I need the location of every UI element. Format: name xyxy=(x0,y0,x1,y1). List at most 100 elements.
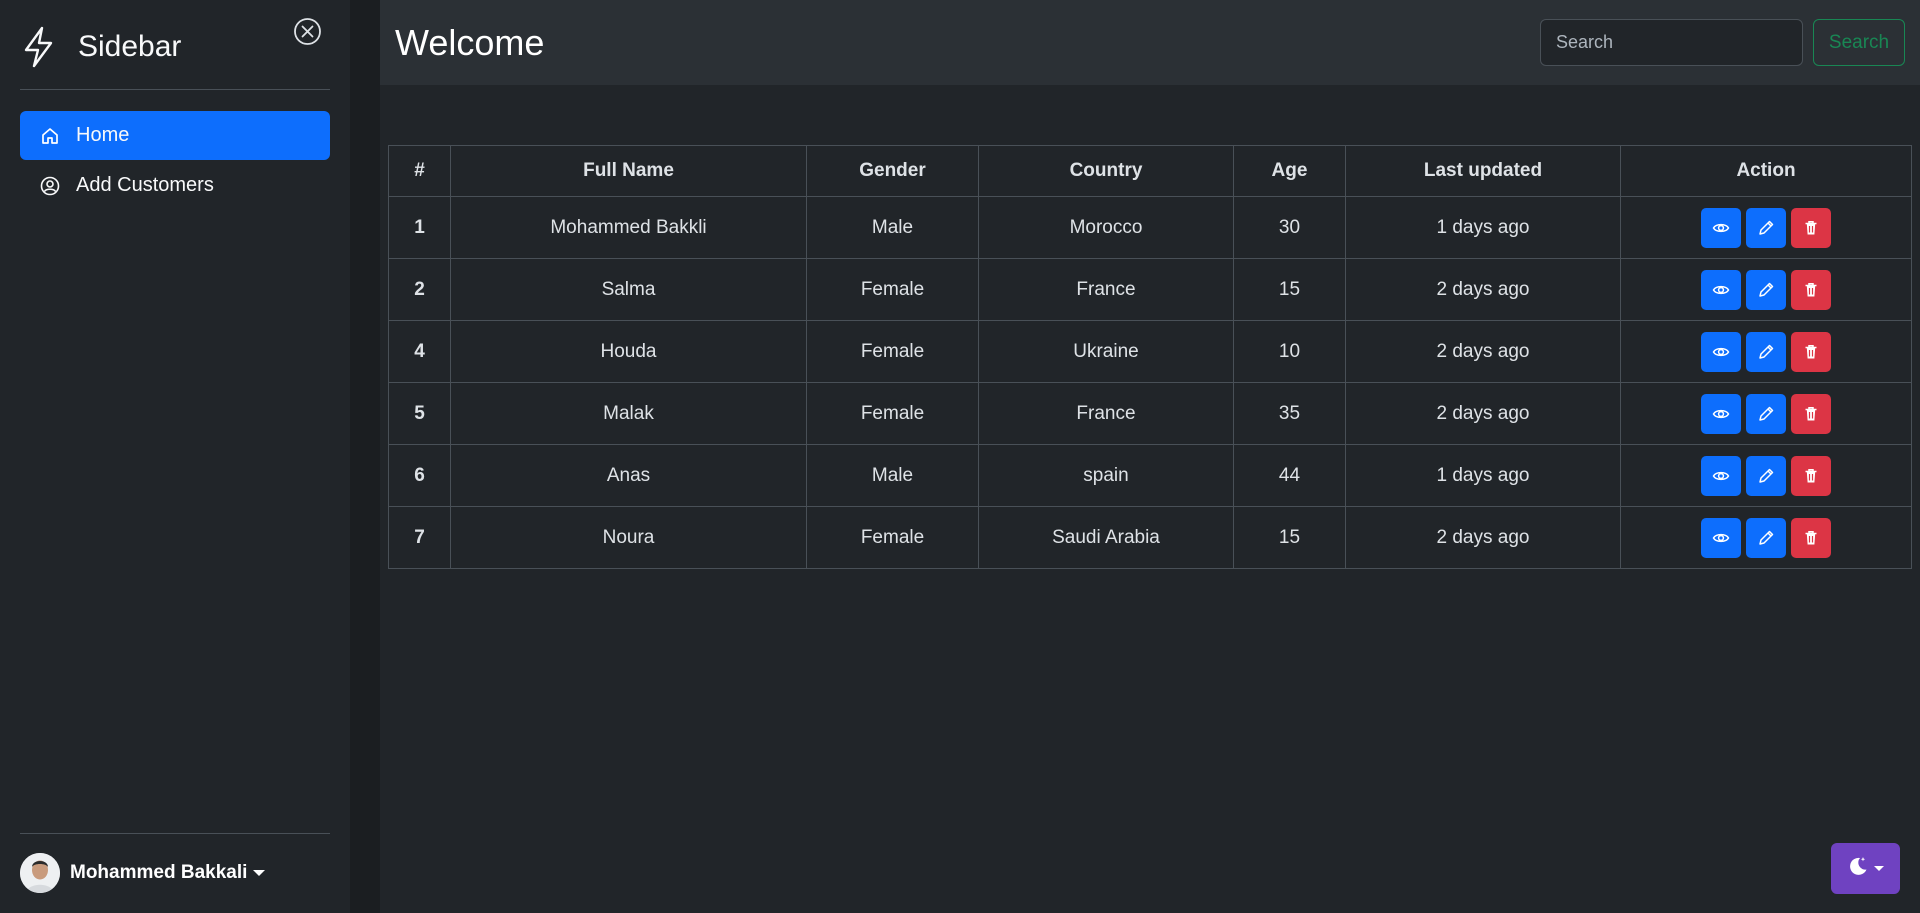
delete-button[interactable] xyxy=(1791,393,1831,434)
view-button[interactable] xyxy=(1701,517,1741,558)
close-sidebar-button[interactable] xyxy=(293,17,322,48)
cell-country: spain xyxy=(978,444,1234,507)
cell-updated: 2 days ago xyxy=(1345,320,1621,383)
cell-gender: Female xyxy=(806,506,979,569)
theme-toggle-button[interactable] xyxy=(1831,843,1900,894)
column-header: Full Name xyxy=(450,145,807,197)
user-menu[interactable]: Mohammed Bakkali xyxy=(20,853,266,893)
sidebar-item-label: Home xyxy=(76,124,130,146)
row-actions xyxy=(1621,269,1911,310)
cell-updated: 2 days ago xyxy=(1345,506,1621,569)
person-circle-icon xyxy=(40,176,60,196)
view-button[interactable] xyxy=(1701,269,1741,310)
delete-button[interactable] xyxy=(1791,269,1831,310)
table-row: 2 Salma Female France 15 2 days ago xyxy=(388,258,1912,321)
row-actions xyxy=(1621,393,1911,434)
cell-id: 4 xyxy=(388,320,451,383)
edit-button[interactable] xyxy=(1746,269,1786,310)
table-header-row: # Full Name Gender Country Age Last upda… xyxy=(388,145,1912,197)
cell-name: Malak xyxy=(450,382,807,445)
avatar xyxy=(20,853,60,893)
trash-icon xyxy=(1802,529,1820,547)
edit-button[interactable] xyxy=(1746,455,1786,496)
cell-id: 1 xyxy=(388,196,451,259)
edit-button[interactable] xyxy=(1746,207,1786,248)
trash-icon xyxy=(1802,467,1820,485)
house-icon xyxy=(40,126,60,146)
view-button[interactable] xyxy=(1701,455,1741,496)
view-button[interactable] xyxy=(1701,207,1741,248)
view-button[interactable] xyxy=(1701,393,1741,434)
cell-gender: Female xyxy=(806,320,979,383)
cell-country: Saudi Arabia xyxy=(978,506,1234,569)
sidebar-title: Sidebar xyxy=(78,30,182,63)
cell-updated: 1 days ago xyxy=(1345,196,1621,259)
eye-icon xyxy=(1712,343,1730,361)
cell-age: 44 xyxy=(1233,444,1346,507)
chevron-down-icon xyxy=(1874,866,1884,871)
cell-age: 15 xyxy=(1233,506,1346,569)
sidebar-item-label: Add Customers xyxy=(76,174,214,196)
table-row: 7 Noura Female Saudi Arabia 15 2 days ag… xyxy=(388,506,1912,569)
cell-id: 2 xyxy=(388,258,451,321)
cell-updated: 2 days ago xyxy=(1345,382,1621,445)
pencil-icon xyxy=(1757,343,1775,361)
edit-button[interactable] xyxy=(1746,331,1786,372)
sidebar-nav: Home Add Customers xyxy=(20,111,330,211)
cell-actions xyxy=(1620,196,1912,259)
sidebar-item-add-customers[interactable]: Add Customers xyxy=(20,161,330,210)
column-header: Country xyxy=(978,145,1234,197)
cell-age: 35 xyxy=(1233,382,1346,445)
chevron-down-icon xyxy=(253,870,266,876)
app: Sidebar Home Add Customers Mohammed Bakk… xyxy=(0,0,1920,913)
sidebar: Sidebar Home Add Customers Mohammed Bakk… xyxy=(0,0,350,913)
cell-name: Noura xyxy=(450,506,807,569)
cell-country: France xyxy=(978,382,1234,445)
cell-id: 6 xyxy=(388,444,451,507)
cell-actions xyxy=(1620,444,1912,507)
cell-id: 7 xyxy=(388,506,451,569)
edit-button[interactable] xyxy=(1746,517,1786,558)
eye-icon xyxy=(1712,529,1730,547)
cell-country: Ukraine xyxy=(978,320,1234,383)
delete-button[interactable] xyxy=(1791,517,1831,558)
cell-gender: Female xyxy=(806,382,979,445)
sidebar-item-home[interactable]: Home xyxy=(20,111,330,160)
row-actions xyxy=(1621,455,1911,496)
view-button[interactable] xyxy=(1701,331,1741,372)
sidebar-divider xyxy=(20,89,330,90)
edit-button[interactable] xyxy=(1746,393,1786,434)
cell-gender: Male xyxy=(806,444,979,507)
column-header: # xyxy=(388,145,451,197)
cell-actions xyxy=(1620,506,1912,569)
page-title: Welcome xyxy=(395,22,545,63)
delete-button[interactable] xyxy=(1791,207,1831,248)
delete-button[interactable] xyxy=(1791,331,1831,372)
cell-gender: Male xyxy=(806,196,979,259)
row-actions xyxy=(1621,331,1911,372)
eye-icon xyxy=(1712,405,1730,423)
cell-actions xyxy=(1620,382,1912,445)
sidebar-gutter xyxy=(350,0,380,913)
topbar: Welcome Search xyxy=(380,0,1920,85)
sidebar-divider xyxy=(20,833,330,834)
search-input[interactable] xyxy=(1540,19,1803,66)
table-row: 5 Malak Female France 35 2 days ago xyxy=(388,382,1912,445)
cell-age: 30 xyxy=(1233,196,1346,259)
search-button[interactable]: Search xyxy=(1813,19,1905,66)
cell-updated: 2 days ago xyxy=(1345,258,1621,321)
user-name: Mohammed Bakkali xyxy=(70,862,248,883)
cell-name: Houda xyxy=(450,320,807,383)
eye-icon xyxy=(1712,219,1730,237)
customers-table: # Full Name Gender Country Age Last upda… xyxy=(388,145,1912,569)
delete-button[interactable] xyxy=(1791,455,1831,496)
table-row: 4 Houda Female Ukraine 10 2 days ago xyxy=(388,320,1912,383)
cell-name: Salma xyxy=(450,258,807,321)
row-actions xyxy=(1621,207,1911,248)
row-actions xyxy=(1621,517,1911,558)
eye-icon xyxy=(1712,467,1730,485)
pencil-icon xyxy=(1757,529,1775,547)
trash-icon xyxy=(1802,343,1820,361)
cell-actions xyxy=(1620,258,1912,321)
lightning-icon xyxy=(20,25,58,69)
